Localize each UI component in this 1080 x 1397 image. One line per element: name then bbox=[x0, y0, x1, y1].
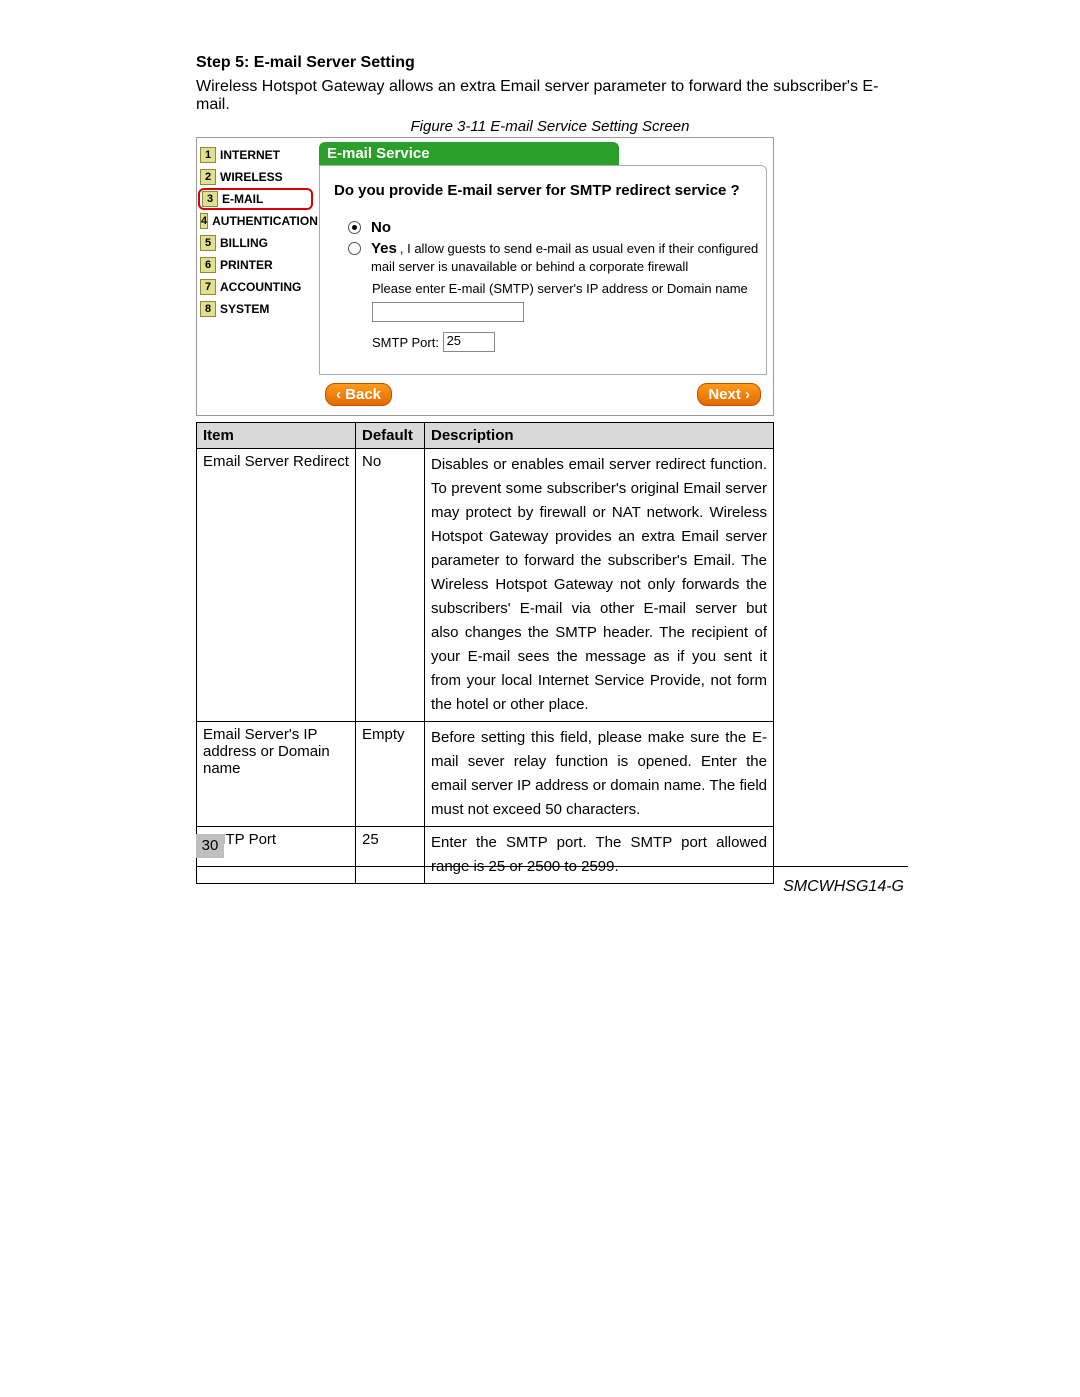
table-row: Email Server Redirect No Disables or ena… bbox=[197, 449, 774, 722]
table-header-row: Item Default Description bbox=[197, 423, 774, 449]
table-row: SMTP Port 25 Enter the SMTP port. The SM… bbox=[197, 827, 774, 884]
nav-step-number: 8 bbox=[200, 301, 216, 317]
nav-step-number: 5 bbox=[200, 235, 216, 251]
smtp-port-label: SMTP Port: bbox=[372, 335, 439, 350]
smtp-port-input[interactable]: 25 bbox=[443, 332, 495, 352]
nav-system[interactable]: 8 SYSTEM bbox=[200, 298, 313, 320]
cell-default: No bbox=[356, 449, 425, 722]
cell-default: Empty bbox=[356, 722, 425, 827]
cell-item: Email Server's IP address or Domain name bbox=[197, 722, 356, 827]
parameter-table: Item Default Description Email Server Re… bbox=[196, 422, 774, 884]
cell-desc: Disables or enables email server redirec… bbox=[425, 449, 774, 722]
col-default: Default bbox=[356, 423, 425, 449]
nav-step-number: 4 bbox=[200, 213, 208, 229]
next-button[interactable]: Next › bbox=[697, 383, 761, 406]
server-address-input[interactable] bbox=[372, 302, 524, 322]
nav-step-number: 6 bbox=[200, 257, 216, 273]
cell-desc: Enter the SMTP port. The SMTP port allow… bbox=[425, 827, 774, 884]
step-heading: Step 5: E-mail Server Setting bbox=[196, 54, 904, 72]
figure-caption: Figure 3-11 E-mail Service Setting Scree… bbox=[196, 118, 904, 135]
nav-step-number: 2 bbox=[200, 169, 216, 185]
page-number: 30 bbox=[196, 834, 224, 858]
nav-label: E-MAIL bbox=[222, 192, 263, 206]
nav-internet[interactable]: 1 INTERNET bbox=[200, 144, 313, 166]
nav-label: INTERNET bbox=[220, 148, 280, 162]
nav-label: WIRELESS bbox=[220, 170, 283, 184]
nav-authentication[interactable]: 4 AUTHENTICATION bbox=[200, 210, 313, 232]
panel-body: Do you provide E-mail server for SMTP re… bbox=[319, 165, 767, 375]
radio-yes-row[interactable]: Yes, I allow guests to send e-mail as us… bbox=[348, 240, 760, 275]
radio-yes-desc: , I allow guests to send e-mail as usual… bbox=[371, 241, 758, 274]
radio-yes-label: Yes bbox=[371, 240, 397, 257]
table-row: Email Server's IP address or Domain name… bbox=[197, 722, 774, 827]
radio-icon[interactable] bbox=[348, 221, 361, 234]
nav-label: PRINTER bbox=[220, 258, 273, 272]
nav-accounting[interactable]: 7 ACCOUNTING bbox=[200, 276, 313, 298]
nav-step-number: 7 bbox=[200, 279, 216, 295]
nav-billing[interactable]: 5 BILLING bbox=[200, 232, 313, 254]
model-label: SMCWHSG14-G bbox=[783, 878, 904, 896]
intro-paragraph: Wireless Hotspot Gateway allows an extra… bbox=[196, 78, 904, 114]
nav-label: ACCOUNTING bbox=[220, 280, 301, 294]
nav-label: AUTHENTICATION bbox=[212, 214, 318, 228]
panel-title: E-mail Service bbox=[319, 142, 619, 165]
back-button[interactable]: ‹ Back bbox=[325, 383, 392, 406]
radio-icon[interactable] bbox=[348, 242, 361, 255]
nav-wireless[interactable]: 2 WIRELESS bbox=[200, 166, 313, 188]
col-item: Item bbox=[197, 423, 356, 449]
radio-no-row[interactable]: No bbox=[348, 219, 760, 236]
cell-item: Email Server Redirect bbox=[197, 449, 356, 722]
settings-panel: E-mail Service Do you provide E-mail ser… bbox=[313, 138, 773, 415]
nav-printer[interactable]: 6 PRINTER bbox=[200, 254, 313, 276]
question-text: Do you provide E-mail server for SMTP re… bbox=[334, 182, 760, 199]
nav-step-number: 1 bbox=[200, 147, 216, 163]
radio-no-label: No bbox=[371, 219, 391, 236]
footer-rule bbox=[196, 866, 908, 867]
col-description: Description bbox=[425, 423, 774, 449]
cell-default: 25 bbox=[356, 827, 425, 884]
nav-label: BILLING bbox=[220, 236, 268, 250]
nav-step-number: 3 bbox=[202, 191, 218, 207]
nav-label: SYSTEM bbox=[220, 302, 269, 316]
server-address-label: Please enter E-mail (SMTP) server's IP a… bbox=[372, 281, 760, 296]
figure-screenshot: 1 INTERNET 2 WIRELESS 3 E-MAIL 4 AUTHENT… bbox=[196, 137, 774, 416]
nav-email[interactable]: 3 E-MAIL bbox=[198, 188, 313, 210]
wizard-nav: 1 INTERNET 2 WIRELESS 3 E-MAIL 4 AUTHENT… bbox=[197, 138, 313, 415]
cell-desc: Before setting this field, please make s… bbox=[425, 722, 774, 827]
